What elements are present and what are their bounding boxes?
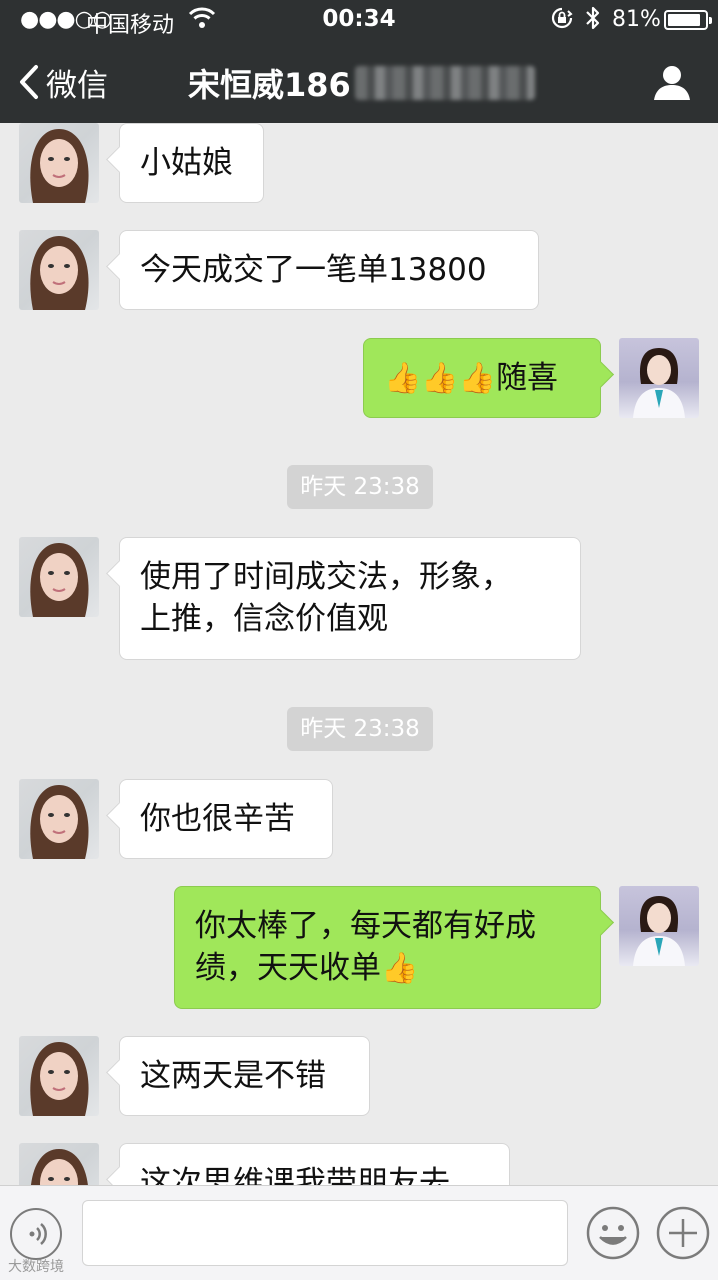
top-bar: ●●●○○ 中国移动 00:34 81% 微信 宋恒威186 <box>0 0 718 123</box>
contact-avatar[interactable] <box>19 779 99 859</box>
contact-avatar[interactable] <box>19 1036 99 1116</box>
contact-avatar[interactable] <box>19 537 99 617</box>
contact-avatar[interactable] <box>19 230 99 310</box>
status-bar: ●●●○○ 中国移动 00:34 81% <box>0 0 718 40</box>
chat-area[interactable]: 小姑娘 今天成交了一笔单13800 👍👍👍随喜 昨天 23:38 使用了时间成交… <box>0 123 718 1185</box>
message-bubble-incoming[interactable]: 这两天是不错 <box>119 1036 370 1116</box>
back-label: 微信 <box>46 67 108 104</box>
battery-percent: 81% <box>612 7 661 32</box>
back-button[interactable]: 微信 <box>18 60 108 104</box>
watermark: 大数跨境 <box>8 1259 64 1275</box>
message-bubble-incoming[interactable]: 小姑娘 <box>119 123 264 203</box>
message-input[interactable] <box>82 1200 568 1266</box>
message-text: 今天成交了一笔单13800 <box>140 252 487 288</box>
my-avatar[interactable] <box>619 338 699 418</box>
message-timestamp: 昨天 23:38 <box>287 707 433 751</box>
message-text-line: 绩，天天收单 <box>195 950 381 986</box>
message-bubble-outgoing[interactable]: 你太棒了，每天都有好成 绩，天天收单👍 <box>174 886 601 1009</box>
message-bubble-outgoing[interactable]: 👍👍👍随喜 <box>363 338 601 418</box>
voice-icon <box>29 1223 47 1245</box>
status-time: 00:34 <box>322 6 396 32</box>
bluetooth-icon <box>586 6 600 30</box>
contact-avatar[interactable] <box>19 1143 99 1185</box>
message-bubble-incoming[interactable]: 你也很辛苦 <box>119 779 333 859</box>
message-bubble-incoming[interactable]: 这次思维课我带朋友去 <box>119 1143 510 1185</box>
battery-icon <box>664 10 712 30</box>
thumbs-up-icon: 👍👍👍 <box>384 361 497 396</box>
chat-title: 宋恒威186 <box>188 60 535 106</box>
input-bar: 大数跨境 <box>0 1185 718 1280</box>
rotation-lock-icon <box>551 7 573 29</box>
redacted-phone-number <box>354 66 535 100</box>
message-text: 这次思维课我带朋友去 <box>140 1165 450 1185</box>
message-text-line: 你太棒了，每天都有好成 <box>195 908 536 944</box>
message-text: 小姑娘 <box>140 145 233 181</box>
message-text: 随喜 <box>496 360 559 396</box>
message-text: 这两天是不错 <box>140 1058 326 1094</box>
thumbs-up-icon: 👍 <box>381 951 419 986</box>
person-icon[interactable] <box>652 62 692 102</box>
voice-button[interactable] <box>10 1208 62 1260</box>
message-text-line: 使用了时间成交法，形象， <box>140 559 512 595</box>
my-avatar[interactable] <box>619 886 699 966</box>
message-bubble-incoming[interactable]: 使用了时间成交法，形象， 上推，信念价值观 <box>119 537 581 660</box>
message-text-line: 上推，信念价值观 <box>140 601 388 637</box>
plus-icon[interactable] <box>656 1206 710 1260</box>
smiley-icon[interactable] <box>586 1206 640 1260</box>
nav-bar: 微信 宋恒威186 <box>0 40 718 123</box>
chevron-left-icon <box>20 65 38 99</box>
message-text: 你也很辛苦 <box>140 801 295 837</box>
message-bubble-incoming[interactable]: 今天成交了一笔单13800 <box>119 230 539 310</box>
message-timestamp: 昨天 23:38 <box>287 465 433 509</box>
contact-avatar[interactable] <box>19 123 99 203</box>
chat-title-text: 宋恒威186 <box>188 66 351 104</box>
